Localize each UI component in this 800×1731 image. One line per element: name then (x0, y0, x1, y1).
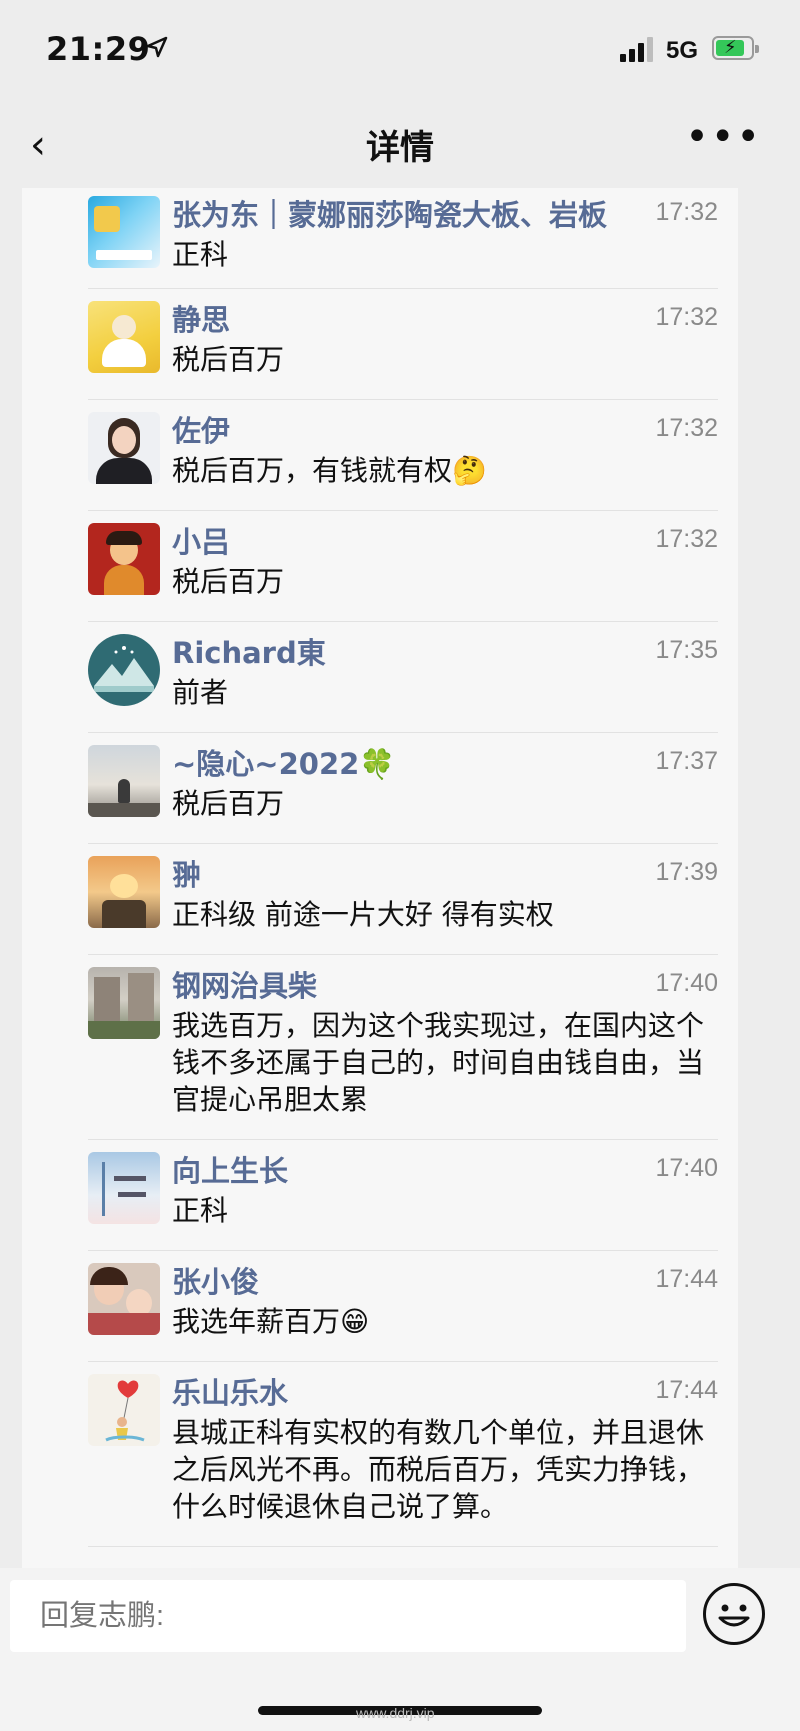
nav-bar: ‹ 详情 ••• (0, 100, 800, 188)
comment-author[interactable]: 张为东｜蒙娜丽莎陶瓷大板、岩板 (172, 192, 607, 234)
comment-time: 17:40 (655, 969, 718, 997)
reply-input[interactable] (10, 1580, 686, 1652)
signal-icon (620, 36, 656, 62)
comment-text: 税后百万 (172, 343, 285, 376)
comment-item[interactable]: 张为东｜蒙娜丽莎陶瓷大板、岩板 17:32 正科 (88, 188, 718, 289)
comment-author[interactable]: 向上生长 (172, 1148, 288, 1190)
location-arrow-icon (146, 36, 168, 58)
avatar[interactable] (88, 1374, 160, 1446)
network-type: 5G (666, 37, 699, 64)
comment-time: 17:35 (655, 636, 718, 664)
status-time: 21:29 (46, 30, 151, 68)
comment-time: 17:44 (655, 1376, 718, 1404)
comment-time: 17:32 (655, 414, 718, 442)
comment-text: 我选百万，因为这个我实现过，在国内这个钱不多还属于自己的，时间自由钱自由，当官提… (172, 1009, 705, 1116)
avatar[interactable] (88, 196, 160, 268)
comment-item[interactable]: 乐山乐水 17:44 县城正科有实权的有数几个单位，并且退休之后风光不再。而税后… (88, 1362, 718, 1547)
comment-text: 税后百万 (172, 787, 285, 820)
avatar[interactable] (88, 523, 160, 595)
comment-time: 17:40 (655, 1154, 718, 1182)
reply-bar: www.ddrj.vip (0, 1568, 800, 1731)
comment-item[interactable]: 静思 17:32 税后百万 (88, 289, 718, 400)
comment-text: 县城正科有实权的有数几个单位，并且退休之后风光不再。而税后百万，凭实力挣钱，什么… (172, 1416, 705, 1523)
mountain-icon (94, 646, 154, 692)
watermark: www.ddrj.vip (356, 1705, 435, 1721)
comment-item[interactable]: Richard東 17:35 前者 (88, 622, 718, 733)
emoji-icon[interactable] (703, 1583, 765, 1645)
comment-item[interactable]: 翀 17:39 正科级 前途一片大好 得有实权 (88, 844, 718, 955)
avatar[interactable] (88, 412, 160, 484)
comment-text: 前者 (172, 676, 229, 709)
heart-balloon-icon (105, 1380, 145, 1442)
comment-list[interactable]: 张为东｜蒙娜丽莎陶瓷大板、岩板 17:32 正科 静思 17:32 税后百万 佐… (22, 188, 738, 1568)
comment-author[interactable]: 小吕 (172, 519, 230, 561)
comment-author[interactable]: 钢网治具柴 (172, 963, 317, 1005)
avatar[interactable] (88, 856, 160, 928)
avatar[interactable] (88, 745, 160, 817)
more-dots-icon[interactable]: ••• (685, 114, 762, 160)
comment-item[interactable]: 小吕 17:32 税后百万 (88, 511, 718, 622)
avatar[interactable] (88, 1263, 160, 1335)
comment-time: 17:44 (655, 1265, 718, 1293)
comment-item[interactable]: ~隐心~2022🍀 17:37 税后百万 (88, 733, 718, 844)
page-title: 详情 (366, 128, 434, 168)
comment-time: 17:32 (655, 198, 718, 226)
comment-author[interactable]: 张小俊 (172, 1259, 259, 1301)
comment-item[interactable]: 张小俊 17:44 我选年薪百万😁 (88, 1251, 718, 1362)
comment-time: 17:39 (655, 858, 718, 886)
comment-item[interactable]: 佐伊 17:32 税后百万，有钱就有权🤔 (88, 400, 718, 511)
battery-icon: ⚡ (712, 36, 759, 60)
comment-text: 正科 (172, 1194, 229, 1227)
comment-author[interactable]: Richard東 (172, 630, 326, 672)
comment-item[interactable]: 向上生长 17:40 正科 (88, 1140, 718, 1251)
comment-text: 税后百万，有钱就有权🤔 (172, 454, 487, 487)
comment-author[interactable]: ~隐心~2022🍀 (172, 741, 395, 783)
comment-text: 正科 (172, 238, 229, 271)
comment-text: 我选年薪百万😁 (172, 1305, 370, 1338)
comment-time: 17:32 (655, 303, 718, 331)
comment-author[interactable]: 翀 (172, 852, 201, 894)
comment-text: 正科级 前途一片大好 得有实权 (172, 898, 554, 931)
avatar[interactable] (88, 967, 160, 1039)
comment-text: 税后百万 (172, 565, 285, 598)
comment-time: 17:37 (655, 747, 718, 775)
comment-author[interactable]: 乐山乐水 (172, 1370, 288, 1412)
comment-time: 17:32 (655, 525, 718, 553)
comment-author[interactable]: 静思 (172, 297, 230, 339)
avatar[interactable] (88, 1152, 160, 1224)
avatar[interactable] (88, 301, 160, 373)
status-bar: 21:29 5G ⚡ (0, 0, 800, 100)
avatar[interactable] (88, 634, 160, 706)
comment-author[interactable]: 佐伊 (172, 408, 230, 450)
comment-item[interactable]: 钢网治具柴 17:40 我选百万，因为这个我实现过，在国内这个钱不多还属于自己的… (88, 955, 718, 1140)
